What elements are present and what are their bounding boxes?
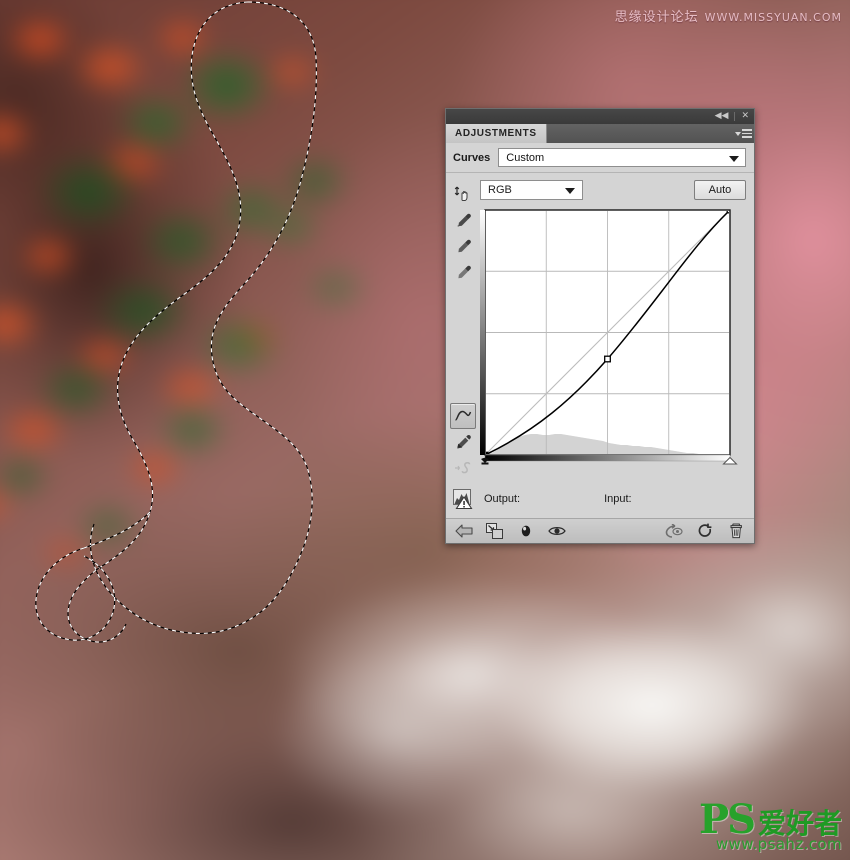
black-point-marker-base — [481, 462, 489, 465]
preset-select[interactable]: Custom — [498, 148, 746, 167]
edit-points-curve-tool[interactable] — [450, 403, 476, 429]
panel-menu-icon[interactable] — [732, 124, 754, 143]
curve-point-mid[interactable] — [604, 355, 611, 363]
adjustments-panel: ◀◀ ✕ ADJUSTMENTS Curves Custom RGB Auto … — [445, 108, 755, 544]
tabbar-filler — [546, 124, 732, 143]
curves-graph[interactable] — [480, 207, 738, 465]
curves-right-column: RGB Auto — [480, 173, 754, 481]
titlebar-divider — [734, 112, 736, 121]
curve-readout-row: Output: Input: — [446, 481, 754, 518]
tab-adjustments[interactable]: ADJUSTMENTS — [446, 124, 547, 143]
panel-body: RGB Auto — [446, 173, 754, 481]
channel-select-value: RGB — [488, 183, 512, 196]
chevron-down-icon — [565, 187, 575, 194]
input-gradient-bar — [484, 454, 731, 462]
white-point-eyedropper[interactable] — [450, 259, 476, 285]
view-previous-state-button[interactable] — [665, 522, 683, 540]
curves-graph-svg[interactable] — [480, 207, 738, 465]
return-to-adjustment-list-button[interactable] — [455, 522, 473, 540]
panel-titlebar: ◀◀ ✕ — [446, 109, 754, 124]
channel-row: RGB Auto — [480, 179, 746, 200]
histogram-warning-icon[interactable] — [453, 489, 475, 510]
hamburger-icon — [741, 129, 752, 138]
watermark-logo: PS 爱好者 www.psahz.com — [699, 800, 842, 852]
collapse-double-left-icon[interactable]: ◀◀ — [713, 112, 731, 121]
panel-tabbar: ADJUSTMENTS — [446, 124, 754, 143]
auto-button[interactable]: Auto — [694, 179, 746, 200]
gray-point-eyedropper[interactable] — [450, 233, 476, 259]
preset-select-value: Custom — [506, 151, 545, 164]
smooth-curve-button[interactable] — [450, 455, 476, 481]
watermark-top: 思缘设计论坛 WWW.MISSYUAN.COM — [615, 6, 842, 25]
input-label: Input: — [604, 493, 632, 505]
adjustment-type-label: Curves — [453, 151, 491, 164]
close-icon[interactable]: ✕ — [739, 112, 751, 121]
watermark-url-text: WWW.MISSYUAN.COM — [704, 11, 842, 24]
watermark-cn-text: 思缘设计论坛 — [614, 10, 699, 25]
reset-button[interactable] — [696, 522, 714, 540]
preset-row: Curves Custom — [446, 143, 754, 173]
toggle-layer-visibility-button[interactable] — [517, 522, 535, 540]
panel-footer — [446, 518, 754, 543]
logo-url-text: www.psahz.com — [715, 835, 842, 853]
photoshop-canvas: 思缘设计论坛 WWW.MISSYUAN.COM PS 爱好者 www.psahz.c… — [0, 0, 850, 860]
delete-adjustment-layer-button[interactable] — [727, 522, 745, 540]
on-image-adjust-tool[interactable] — [450, 181, 476, 207]
output-gradient-bar — [480, 210, 485, 455]
curves-tool-strip — [446, 173, 480, 481]
preview-button[interactable] — [548, 522, 566, 540]
clip-to-layer-button[interactable] — [486, 522, 504, 540]
chevron-down-icon — [729, 155, 739, 162]
black-point-eyedropper[interactable] — [450, 207, 476, 233]
channel-select[interactable]: RGB — [480, 179, 583, 200]
pencil-draw-curve-tool[interactable] — [450, 429, 476, 455]
chevron-down-icon — [734, 131, 741, 136]
output-label: Output: — [484, 493, 521, 505]
